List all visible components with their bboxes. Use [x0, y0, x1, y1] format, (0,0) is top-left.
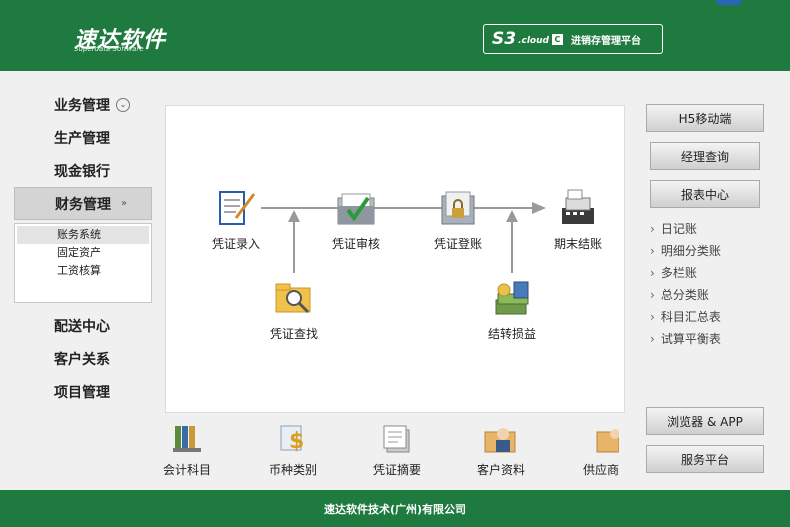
nav-item-label: 生产管理 — [54, 130, 110, 147]
submenu-item-accounting[interactable]: 账务系统 — [17, 226, 149, 244]
folder-check-icon — [337, 193, 375, 225]
chevron-right-icon: › — [650, 244, 655, 258]
node-label: 期末结账 — [553, 237, 602, 251]
cash-register-icon — [562, 189, 594, 224]
nav-item-label: 现金银行 — [54, 163, 110, 180]
nav-item-cash-bank[interactable]: 现金银行 — [14, 154, 152, 187]
node-voucher-audit[interactable]: 凭证审核 — [316, 188, 396, 252]
ledger-books-icon — [173, 426, 201, 452]
node-label: 凭证录入 — [211, 237, 260, 251]
node-profit-transfer[interactable]: 结转损益 — [472, 278, 552, 342]
header-bar: 速达软件 Superdata Software S3 .cloud C 进销存管… — [0, 0, 790, 71]
badge-s3: S3 — [492, 29, 517, 49]
h5-mobile-button[interactable]: H5移动端 — [646, 104, 764, 132]
report-link-label: 总分类账 — [660, 288, 709, 302]
nav-item-label: 配送中心 — [54, 318, 110, 335]
shortcut-customers[interactable]: 客户资料 — [466, 422, 536, 478]
node-label: 凭证审核 — [331, 237, 380, 251]
manager-query-button[interactable]: 经理查询 — [650, 142, 760, 170]
shortcut-suppliers[interactable]: 供应商 — [566, 422, 636, 478]
report-link-label: 日记账 — [660, 222, 697, 236]
money-stack-icon — [495, 281, 529, 315]
shortcut-label: 客户资料 — [476, 463, 525, 477]
currency-icon: $ — [280, 425, 304, 454]
report-link-label: 多栏账 — [660, 266, 697, 280]
chevron-right-icon: › — [650, 310, 655, 324]
badge-platform: 进销存管理平台 — [570, 35, 641, 47]
nav-item-label: 项目管理 — [54, 384, 110, 401]
report-link-detail-ledger[interactable]: › 明细分类账 — [646, 240, 764, 262]
badge-cloud: .cloud — [518, 36, 549, 46]
badge-c: C — [551, 33, 563, 45]
shortcut-label: 币种类别 — [268, 463, 317, 477]
corner-decoration — [716, 0, 742, 5]
svg-text:$: $ — [289, 429, 304, 454]
submenu-item-payroll[interactable]: 工资核算 — [17, 262, 149, 280]
report-link-account-summary[interactable]: › 科目汇总表 — [646, 306, 764, 328]
nav-item-crm[interactable]: 客户关系 — [14, 342, 152, 375]
footer-bar: 速达软件技术(广州)有限公司 — [0, 490, 790, 527]
arrow-up-icon — [288, 210, 300, 222]
shortcut-label: 供应商 — [582, 463, 619, 477]
folder-search-icon — [275, 283, 311, 314]
report-link-label: 明细分类账 — [660, 244, 721, 258]
lock-folder-icon — [441, 191, 475, 225]
shortcut-currency[interactable]: $ 币种类别 — [258, 422, 328, 478]
shortcut-label: 凭证摘要 — [372, 463, 421, 477]
nav-item-label: 客户关系 — [54, 351, 110, 368]
logo-subtitle: Superdata Software — [74, 45, 144, 53]
chevron-right-icon: › — [650, 266, 655, 280]
nav-item-business[interactable]: 业务管理 ⌄ — [14, 88, 152, 121]
browser-app-button[interactable]: 浏览器 & APP — [646, 407, 764, 435]
flow-line-search — [293, 218, 295, 273]
nav-item-finance[interactable]: 财务管理 » — [14, 187, 152, 220]
nav-item-label: 财务管理 — [55, 196, 111, 213]
node-label: 凭证查找 — [269, 327, 318, 341]
node-label: 凭证登账 — [433, 237, 482, 251]
report-link-trial-balance[interactable]: › 试算平衡表 — [646, 328, 764, 350]
flow-line-transfer — [511, 218, 513, 273]
node-voucher-search[interactable]: 凭证查找 — [254, 278, 334, 342]
arrow-up-icon — [506, 210, 518, 222]
nav-item-distribution[interactable]: 配送中心 — [14, 309, 152, 342]
report-link-general-ledger[interactable]: › 总分类账 — [646, 284, 764, 306]
chevron-right-icon: › — [650, 222, 655, 236]
chevron-right-icon: › — [650, 288, 655, 302]
right-column: H5移动端 经理查询 报表中心 › 日记账 › 明细分类账 › 多栏账 › 总分类账 ›… — [646, 104, 764, 473]
chevron-right-icon: › — [650, 332, 655, 346]
report-center-button[interactable]: 报表中心 — [650, 180, 760, 208]
left-nav: 业务管理 ⌄ 生产管理 现金银行 财务管理 » 账务系统 固定资产 工资核算 配… — [14, 88, 152, 408]
chevron-down-icon[interactable]: ⌄ — [116, 97, 130, 112]
node-period-close[interactable]: 期末结账 — [538, 188, 618, 252]
node-label: 结转损益 — [487, 327, 536, 341]
supplier-folder-icon — [596, 429, 620, 453]
report-link-multi-column[interactable]: › 多栏账 — [646, 262, 764, 284]
finance-submenu: 账务系统 固定资产 工资核算 — [14, 223, 152, 303]
nav-item-label: 业务管理 — [54, 97, 110, 114]
workflow-panel: 凭证录入 凭证审核 凭证登账 期末结账 凭证查找 结转损益 — [165, 105, 625, 413]
shortcut-accounts[interactable]: 会计科目 — [152, 422, 222, 478]
right-bottom-buttons: 浏览器 & APP 服务平台 — [646, 407, 764, 483]
company-name: 速达软件技术(广州)有限公司 — [323, 502, 467, 516]
product-badge: S3 .cloud C 进销存管理平台 — [483, 24, 663, 54]
report-link-label: 科目汇总表 — [660, 310, 721, 324]
service-platform-button[interactable]: 服务平台 — [646, 445, 764, 473]
submenu-item-fixed-assets[interactable]: 固定资产 — [17, 244, 149, 262]
bottom-shortcuts: 会计科目 $ 币种类别 凭证摘要 客户资料 供应商 — [160, 422, 630, 482]
nav-item-projects[interactable]: 项目管理 — [14, 375, 152, 408]
report-links: › 日记账 › 明细分类账 › 多栏账 › 总分类账 › 科目汇总表 › 试算平衡表 — [646, 218, 764, 350]
report-link-label: 试算平衡表 — [660, 332, 721, 346]
shortcut-label: 会计科目 — [162, 463, 211, 477]
chevron-down-icon[interactable]: » — [117, 197, 131, 211]
clipboard-pen-icon — [219, 191, 256, 225]
shortcut-voucher-summary[interactable]: 凭证摘要 — [362, 422, 432, 478]
report-link-journal[interactable]: › 日记账 — [646, 218, 764, 240]
node-voucher-post[interactable]: 凭证登账 — [418, 188, 498, 252]
nav-item-production[interactable]: 生产管理 — [14, 121, 152, 154]
node-voucher-entry[interactable]: 凭证录入 — [196, 188, 276, 252]
customer-folder-icon — [484, 428, 516, 453]
document-stack-icon — [383, 425, 410, 453]
